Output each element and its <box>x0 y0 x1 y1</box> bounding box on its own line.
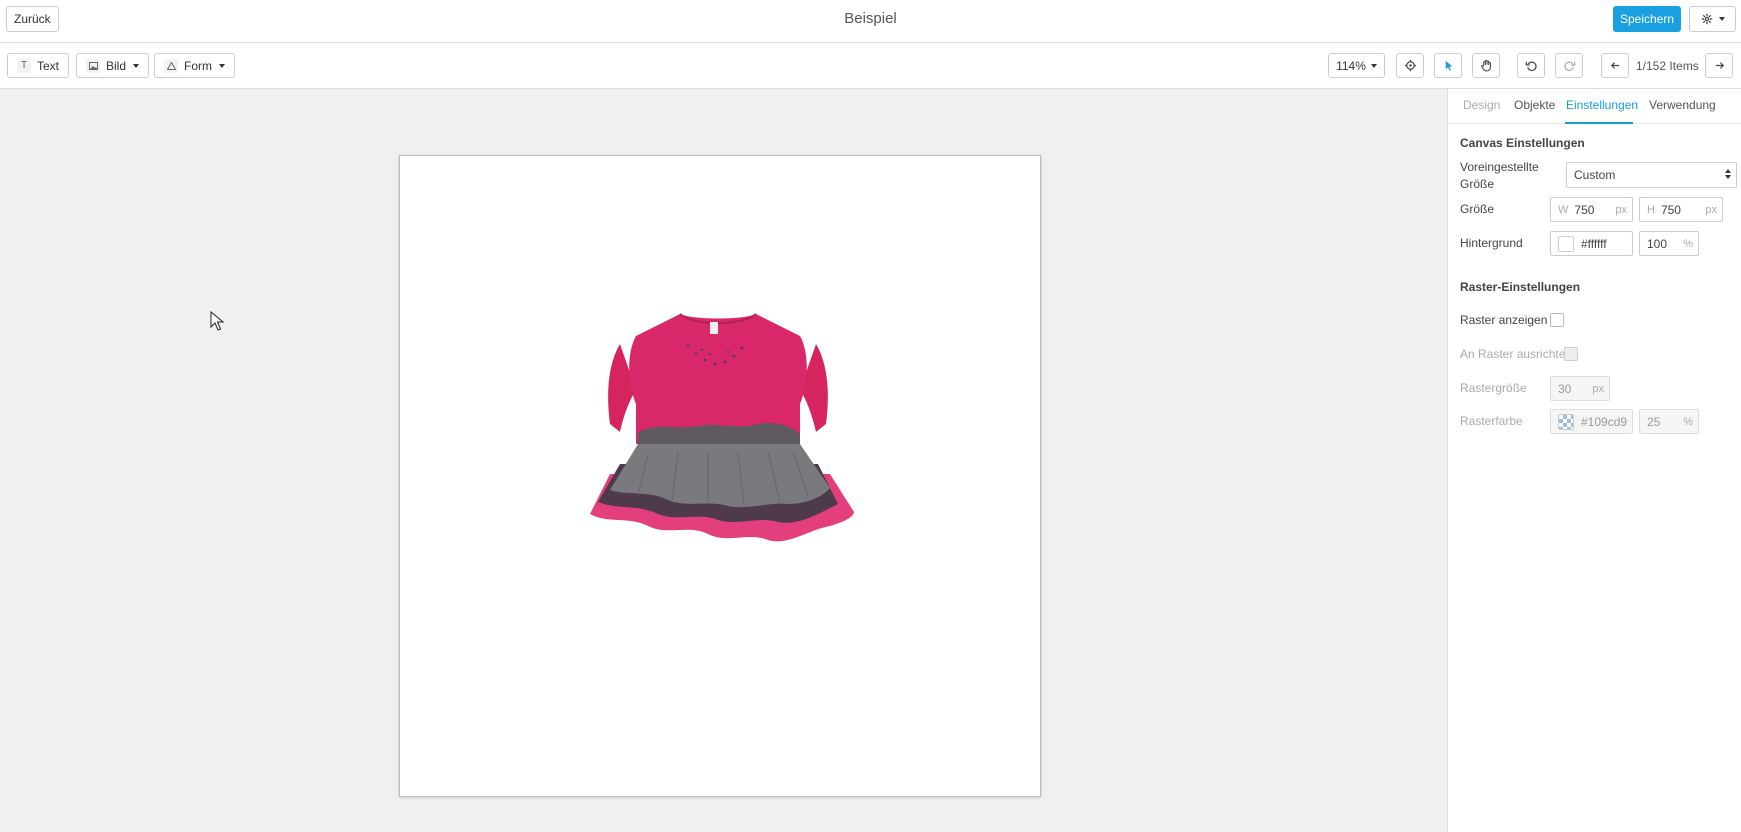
mouse-cursor-icon <box>210 311 224 331</box>
canvas-settings-title: Canvas Einstellungen <box>1460 136 1585 150</box>
grid-opacity-value: 25 <box>1647 414 1661 429</box>
toolbar: T Text Bild Form 114% 1/152 Items <box>0 43 1741 89</box>
undo-button[interactable] <box>1517 53 1545 78</box>
gear-icon <box>1701 13 1712 25</box>
image-icon <box>86 58 100 73</box>
snap-to-grid-checkbox[interactable] <box>1564 347 1578 361</box>
size-label: Größe <box>1460 202 1495 216</box>
grid-color-swatch[interactable] <box>1558 413 1574 430</box>
add-text-label: Text <box>37 58 60 73</box>
grid-size-unit: px <box>1592 382 1604 395</box>
width-value: 750 <box>1574 202 1595 217</box>
chevron-down-icon <box>133 63 140 68</box>
background-color-value: #ffffff <box>1581 236 1607 251</box>
tab-design[interactable]: Design <box>1463 98 1500 112</box>
add-image-button[interactable]: Bild <box>76 53 150 78</box>
background-opacity-input[interactable]: 100 % <box>1639 231 1699 256</box>
arrow-left-icon <box>1610 62 1619 69</box>
grid-opacity-input[interactable]: 25 % <box>1639 409 1699 434</box>
redo-button[interactable] <box>1555 53 1583 78</box>
tab-usage[interactable]: Verwendung <box>1649 98 1716 112</box>
height-prefix: H <box>1647 203 1655 216</box>
hand-icon <box>1480 59 1491 72</box>
tab-objects[interactable]: Objekte <box>1514 98 1555 112</box>
background-opacity-value: 100 <box>1647 236 1668 251</box>
pan-tool-button[interactable] <box>1472 53 1500 78</box>
back-button[interactable]: Zurück <box>6 6 59 32</box>
grid-color-value: #109cd9 <box>1581 414 1628 429</box>
chevron-down-icon <box>1718 17 1725 21</box>
properties-panel: Design Objekte Einstellungen Verwendung … <box>1447 89 1741 832</box>
grid-settings-title: Raster-Einstellungen <box>1460 280 1581 294</box>
background-label: Hintergrund <box>1460 236 1523 250</box>
next-item-button[interactable] <box>1705 53 1733 78</box>
text-icon: T <box>17 58 31 73</box>
workspace[interactable] <box>0 89 1447 832</box>
show-grid-checkbox[interactable] <box>1550 313 1564 327</box>
zoom-dropdown[interactable]: 114% <box>1328 53 1385 78</box>
width-input[interactable]: W 750 px <box>1550 197 1633 222</box>
show-grid-label: Raster anzeigen <box>1460 313 1548 327</box>
background-opacity-unit: % <box>1683 237 1693 250</box>
settings-dropdown-button[interactable] <box>1689 6 1736 32</box>
grid-size-input[interactable]: 30 px <box>1550 376 1610 401</box>
chevron-down-icon <box>219 63 225 68</box>
panel-tabs: Design Objekte Einstellungen Verwendung <box>1448 89 1741 124</box>
width-prefix: W <box>1558 203 1569 216</box>
grid-color-label: Rasterfarbe <box>1460 414 1523 428</box>
save-button[interactable]: Speichern <box>1613 6 1681 32</box>
previous-item-button[interactable] <box>1601 53 1629 78</box>
top-bar: Zurück Beispiel Speichern <box>0 0 1741 43</box>
center-canvas-button[interactable] <box>1396 53 1424 78</box>
background-color-input[interactable]: #ffffff <box>1550 231 1633 256</box>
pointer-icon <box>1445 60 1452 71</box>
zoom-value: 114% <box>1336 58 1366 73</box>
grid-opacity-unit: % <box>1683 415 1693 428</box>
undo-icon <box>1525 61 1537 72</box>
redo-icon <box>1563 61 1575 72</box>
active-tab-indicator <box>1565 122 1633 124</box>
select-arrows-icon <box>1725 169 1731 179</box>
preset-size-select[interactable]: Custom <box>1566 162 1737 188</box>
chevron-down-icon <box>1370 63 1377 68</box>
arrow-right-icon <box>1715 62 1724 69</box>
height-value: 750 <box>1660 202 1681 217</box>
shape-icon <box>164 58 178 73</box>
grid-color-input[interactable]: #109cd9 <box>1550 409 1633 434</box>
height-unit: px <box>1705 203 1717 216</box>
select-tool-button[interactable] <box>1434 53 1462 78</box>
width-unit: px <box>1615 203 1627 216</box>
target-icon <box>1404 59 1416 72</box>
background-color-swatch[interactable] <box>1558 235 1574 252</box>
snap-to-grid-label: An Raster ausrichten <box>1460 347 1573 361</box>
preset-size-value: Custom <box>1574 168 1616 182</box>
design-canvas[interactable] <box>399 155 1041 797</box>
add-image-label: Bild <box>106 58 127 73</box>
item-counter: 1/152 Items <box>1636 59 1699 73</box>
add-text-button[interactable]: T Text <box>7 53 70 78</box>
add-shape-label: Form <box>184 58 212 73</box>
grid-size-label: Rastergröße <box>1460 381 1527 395</box>
add-shape-button[interactable]: Form <box>154 53 235 78</box>
preset-size-label: Voreingestellte Größe <box>1460 160 1539 191</box>
product-image-dress[interactable] <box>568 304 868 574</box>
tab-settings[interactable]: Einstellungen <box>1566 98 1638 112</box>
height-input[interactable]: H 750 px <box>1639 197 1723 222</box>
grid-size-value: 30 <box>1558 381 1572 396</box>
page-title: Beispiel <box>844 10 897 27</box>
